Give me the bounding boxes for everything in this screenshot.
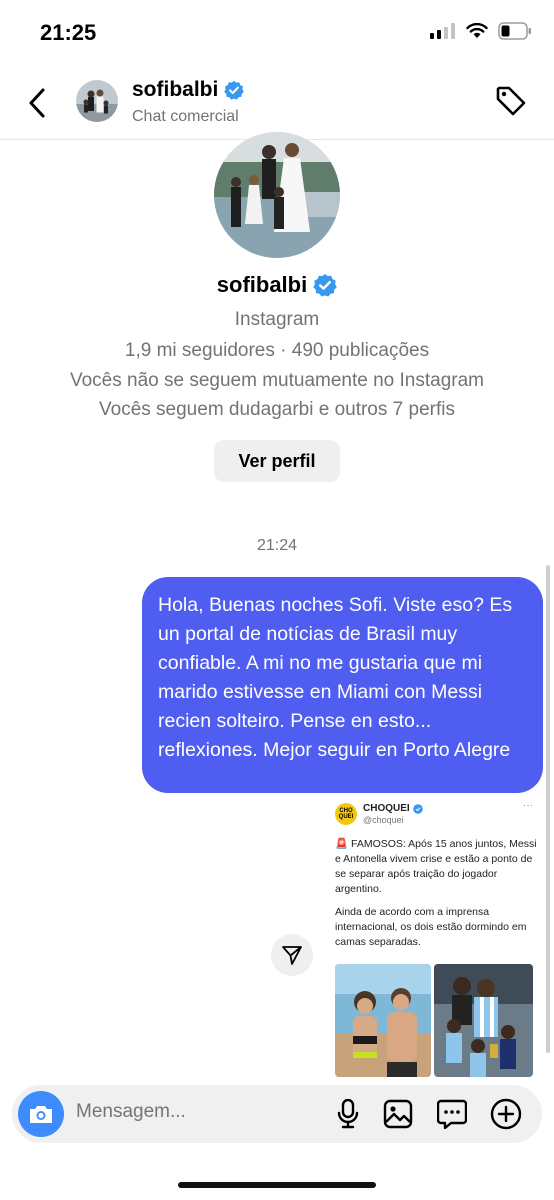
verified-badge-icon	[313, 273, 337, 297]
header-username[interactable]: sofibalbi	[132, 78, 245, 102]
post-account-name-text: CHOQUEI	[363, 803, 410, 814]
send-icon	[282, 946, 302, 965]
profile-mutual-note: Vocês não se seguem mutuamente no Instag…	[69, 370, 485, 391]
header-username-text: sofibalbi	[132, 78, 219, 101]
post-account-name: CHOQUEI	[363, 803, 423, 814]
profile-platform: Instagram	[234, 309, 320, 330]
gallery-button[interactable]	[381, 1097, 415, 1131]
camera-button[interactable]	[18, 1091, 64, 1137]
plus-circle-icon	[490, 1098, 522, 1130]
share-button[interactable]	[271, 934, 313, 976]
shared-post[interactable]: CHO QUEI CHOQUEI @choquei ··· 🚨 FAMOSOS:…	[333, 797, 543, 1077]
scrollbar[interactable]	[546, 565, 550, 1053]
post-text-1: 🚨 FAMOSOS: Após 15 anos juntos, Messi e …	[335, 838, 537, 895]
add-button[interactable]	[489, 1097, 523, 1131]
back-chevron-icon[interactable]	[24, 86, 52, 120]
chat-bubble-icon	[437, 1099, 467, 1129]
status-bar: 21:25	[0, 0, 554, 66]
post-more-icon: ···	[523, 800, 533, 811]
view-profile-button[interactable]: Ver perfil	[214, 440, 340, 482]
verified-badge-icon	[412, 803, 423, 814]
home-indicator[interactable]	[178, 1182, 376, 1188]
message-input[interactable]	[76, 1101, 316, 1123]
status-time: 21:25	[40, 20, 97, 45]
image-icon	[383, 1099, 413, 1129]
post-text-2: Ainda de acordo com a imprensa internaci…	[335, 906, 527, 948]
sticker-button[interactable]	[435, 1097, 469, 1131]
message-timestamp: 21:24	[256, 537, 298, 554]
post-handle: @choquei	[363, 815, 404, 825]
signal-icon	[430, 23, 455, 39]
header-avatar[interactable]	[76, 80, 118, 122]
profile-stats: 1,9 mi seguidores · 490 publicações	[124, 340, 430, 361]
post-logo: CHO QUEI	[335, 803, 357, 825]
microphone-button[interactable]	[331, 1097, 365, 1131]
profile-name[interactable]: sofibalbi	[0, 272, 554, 298]
profile-name-text: sofibalbi	[216, 272, 308, 297]
message-bubble[interactable]: Hola, Buenas noches Sofi. Viste eso? Es …	[142, 577, 543, 793]
message-composer	[12, 1085, 542, 1143]
verified-badge-icon	[224, 80, 245, 100]
battery-icon	[498, 22, 531, 40]
tag-icon[interactable]	[494, 84, 528, 118]
post-photo-2	[434, 964, 533, 1077]
post-photo-1	[335, 964, 431, 1077]
header-subtitle: Chat comercial	[132, 108, 239, 125]
chat-header: sofibalbi Chat comercial	[0, 66, 554, 140]
profile-following-note: Vocês seguem dudagarbi e outros 7 perfis	[99, 399, 455, 420]
wifi-icon	[466, 23, 488, 38]
camera-icon	[30, 1106, 52, 1123]
profile-avatar[interactable]	[214, 132, 340, 258]
microphone-icon	[337, 1099, 359, 1129]
status-icons	[430, 22, 532, 40]
